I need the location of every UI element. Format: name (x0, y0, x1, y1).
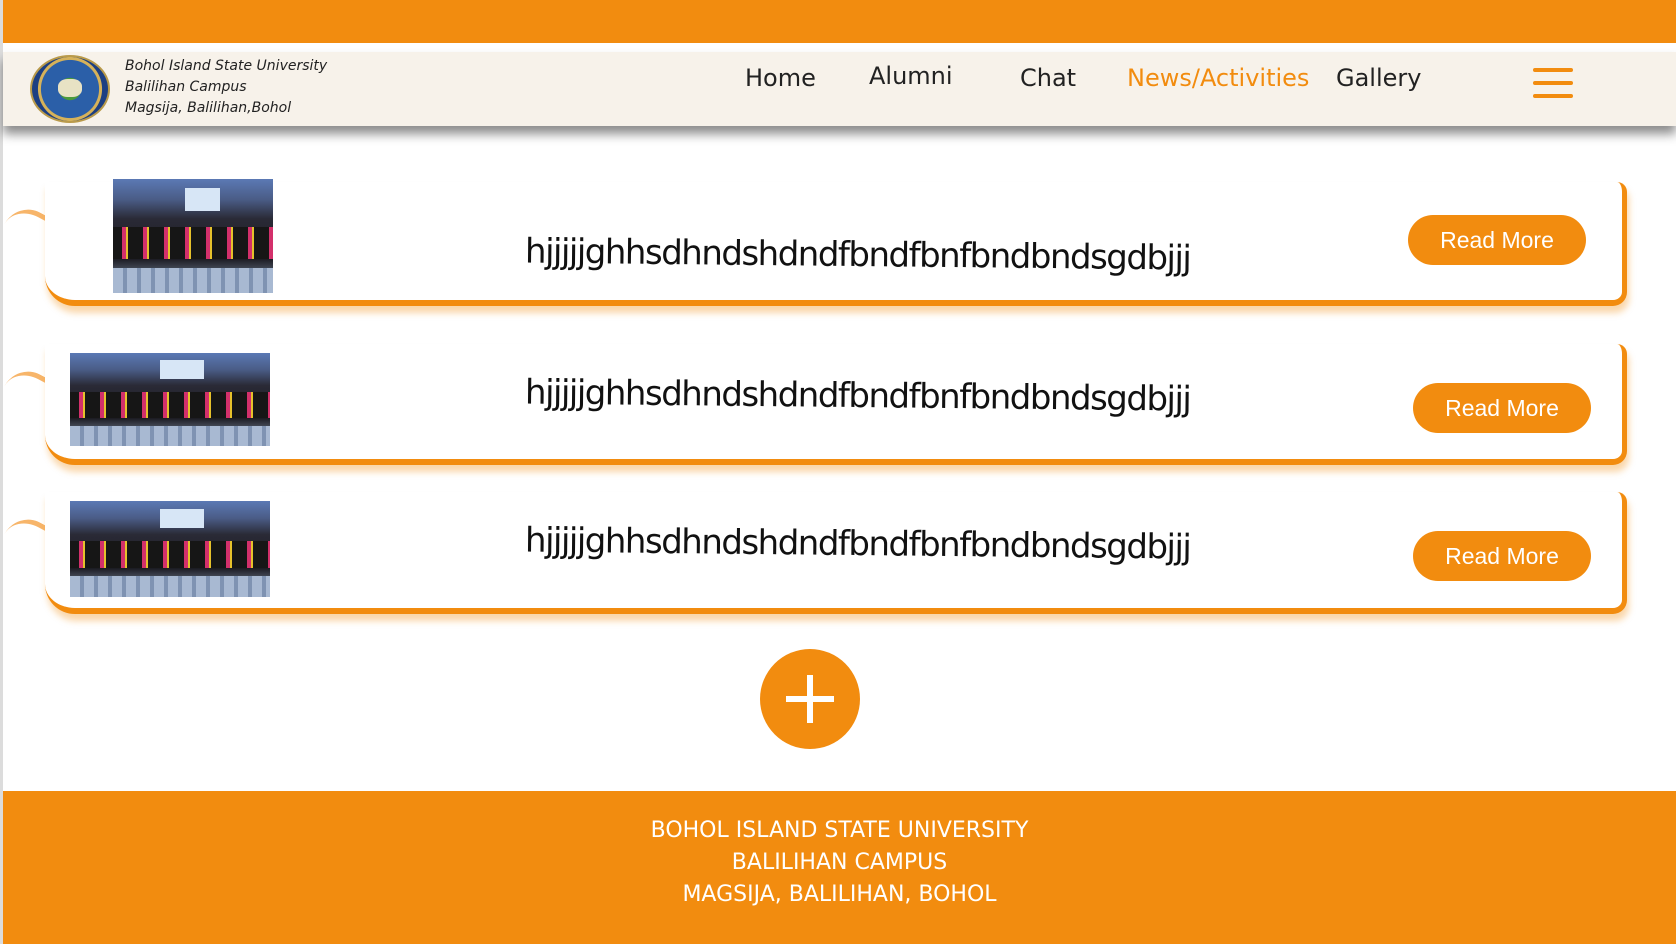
read-more-button[interactable]: Read More (1408, 215, 1586, 265)
read-more-button[interactable]: Read More (1413, 383, 1591, 433)
logo-emblem (58, 79, 82, 97)
university-logo[interactable] (30, 55, 110, 123)
image-stage (160, 508, 204, 528)
news-image[interactable] (70, 501, 270, 597)
footer-address: MAGSIJA, BALILIHAN, BOHOL (682, 882, 997, 907)
footer-campus: BALILIHAN CAMPUS (731, 850, 948, 875)
nav-news-activities[interactable]: News/Activities (1127, 64, 1309, 92)
news-image[interactable] (113, 179, 273, 293)
menu-bar-middle (1533, 81, 1573, 85)
news-card: hjjjjjghhsdhndshdndfbndfbnfbndbndsgdbjjj… (45, 492, 1627, 614)
top-banner (3, 0, 1676, 43)
brand-text: Bohol Island State University Balilihan … (125, 56, 327, 119)
plus-icon-vertical (807, 675, 813, 723)
news-title: hjjjjjghhsdhndshdndfbndfbnfbndbndsgdbjjj (524, 520, 1191, 568)
nav-chat[interactable]: Chat (1020, 64, 1076, 92)
add-news-button[interactable] (760, 649, 860, 749)
read-more-button[interactable]: Read More (1413, 531, 1591, 581)
image-chairs (70, 425, 270, 446)
nav-gallery[interactable]: Gallery (1336, 64, 1421, 92)
image-graduates (70, 392, 270, 419)
brand-line-campus: Balilihan Campus (125, 79, 247, 95)
image-stage (185, 188, 221, 211)
site-header: Bohol Island State University Balilihan … (3, 52, 1676, 126)
news-image[interactable] (70, 353, 270, 446)
site-footer: BOHOL ISLAND STATE UNIVERSITY BALILIHAN … (3, 791, 1676, 944)
image-chairs (113, 267, 273, 293)
image-graduates (113, 226, 273, 259)
image-graduates (70, 541, 270, 569)
nav-home[interactable]: Home (745, 64, 816, 92)
brand-line-address: Magsija, Balilihan,Bohol (125, 100, 292, 116)
hamburger-menu-icon[interactable] (1533, 68, 1573, 100)
menu-bar-top (1533, 68, 1573, 72)
news-card: hjjjjjghhsdhndshdndfbndfbnfbndbndsgdbjjj… (45, 179, 1627, 306)
menu-bar-bottom (1533, 94, 1573, 98)
news-title: hjjjjjghhsdhndshdndfbndfbnfbndbndsgdbjjj (524, 231, 1191, 279)
brand-line-university: Bohol Island State University (125, 58, 328, 74)
footer-university: BOHOL ISLAND STATE UNIVERSITY (650, 818, 1029, 843)
news-card: hjjjjjghhsdhndshdndfbndfbnfbndbndsgdbjjj… (45, 344, 1627, 465)
nav-alumni[interactable]: Alumni (869, 62, 953, 90)
image-stage (160, 360, 204, 380)
image-chairs (70, 575, 270, 597)
news-title: hjjjjjghhsdhndshdndfbndfbnfbndbndsgdbjjj (524, 372, 1191, 420)
